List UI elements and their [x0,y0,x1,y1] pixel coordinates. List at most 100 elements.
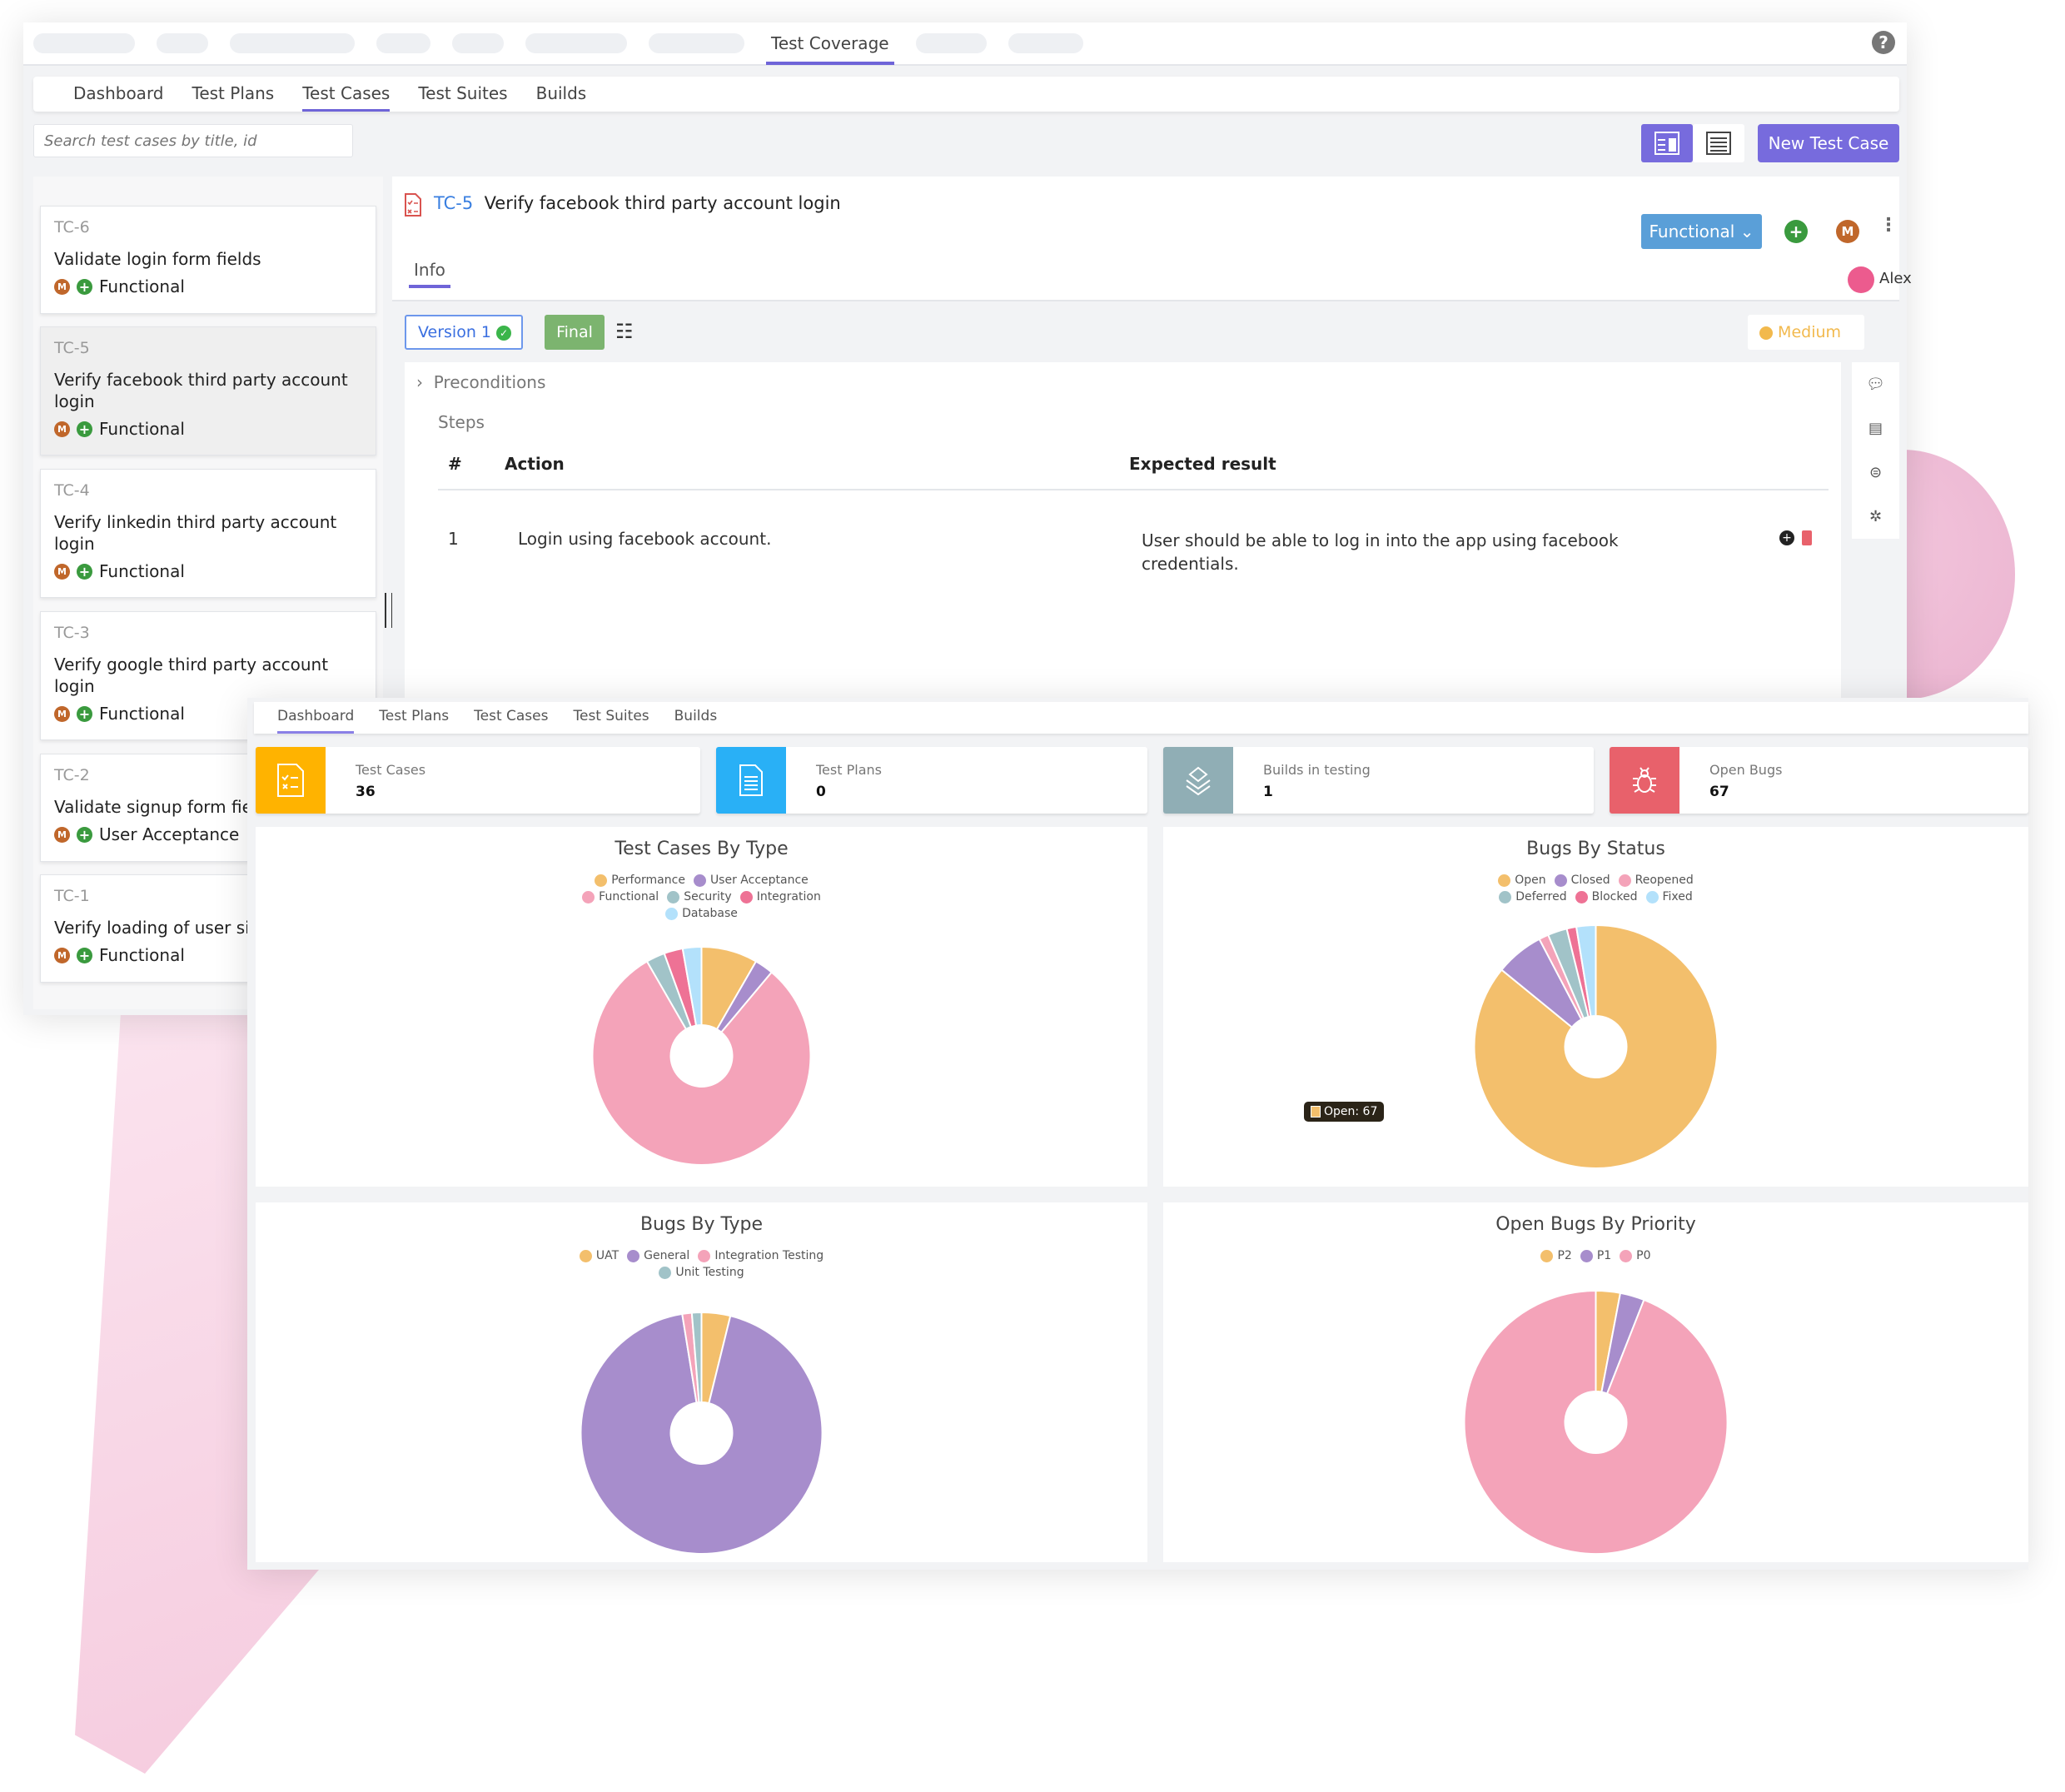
search-input[interactable] [33,124,353,157]
add-icon[interactable]: + [1784,220,1808,243]
legend-label: Integration Testing [714,1249,824,1262]
legend-item[interactable]: Deferred [1499,890,1567,903]
list-item[interactable]: TC-4 Verify linkedin third party account… [40,469,376,598]
nav-placeholder[interactable] [915,33,987,53]
split-view-button[interactable] [1641,124,1693,162]
legend-item[interactable]: Integration Testing [698,1249,824,1262]
step-action[interactable]: Login using facebook account. [518,529,771,549]
legend-swatch [1645,890,1659,903]
top-nav: Test Coverage [23,22,1907,66]
legend-item[interactable]: Blocked [1575,890,1638,903]
legend-item[interactable]: Integration [739,890,821,903]
legend-item[interactable]: Closed [1554,874,1610,887]
test-case-title: Verify facebook third party account logi… [54,370,348,411]
legend-item[interactable]: User Acceptance [693,874,809,887]
nav-placeholder[interactable] [230,33,355,53]
plus-icon: + [77,947,92,963]
legend-label: UAT [595,1249,620,1262]
tab-test-plans[interactable]: Test Plans [192,77,275,112]
legend-label: Blocked [1591,890,1638,903]
legend-label: Integration [756,890,821,903]
nav-placeholder[interactable] [649,33,744,53]
legend-item[interactable]: Unit Testing [659,1266,744,1279]
legend-item[interactable]: P2 [1540,1249,1572,1262]
tab-dashboard[interactable]: Dashboard [277,702,355,734]
stat-card-test-cases[interactable]: Test Cases 36 [256,747,700,814]
table-row: 1 Login using facebook account. User sho… [438,529,1829,595]
stat-value: 36 [356,784,376,800]
nav-placeholder[interactable] [525,33,627,53]
step-expected[interactable]: User should be able to log in into the a… [1142,529,1625,575]
legend-item[interactable]: P1 [1580,1249,1611,1262]
tab-test-plans[interactable]: Test Plans [379,702,449,734]
list-item[interactable]: TC-6 Validate login form fields M + Functi… [40,206,376,314]
legend-item[interactable]: General [627,1249,689,1262]
legend-item[interactable]: Open [1498,874,1546,887]
tab-builds[interactable]: Builds [674,702,718,734]
tab-test-suites[interactable]: Test Suites [573,702,649,734]
tab-test-cases[interactable]: Test Cases [474,702,548,734]
nav-placeholder[interactable] [452,33,504,53]
priority-icon [1759,326,1773,340]
tab-test-suites[interactable]: Test Suites [418,77,507,112]
nav-placeholder[interactable] [157,33,208,53]
test-case-type: Functional [99,276,185,296]
list-view-button[interactable] [1693,124,1744,162]
dashboard-tabs: Dashboard Test Plans Test Cases Test Sui… [254,702,2028,734]
delete-step-icon[interactable] [1802,530,1812,545]
priority-badge[interactable]: Medium [1748,315,1864,350]
comments-icon[interactable]: 💬︎ [1866,376,1885,393]
bug-icon [1610,747,1679,814]
more-options-icon[interactable]: ⋮ [1879,215,1898,236]
legend-swatch [665,907,679,920]
version-selector[interactable]: Version 1 ✓ [405,315,523,350]
details-icon[interactable]: ⊜ [1869,464,1882,481]
legend-item[interactable]: P0 [1620,1249,1651,1262]
status-badge[interactable]: Final [545,315,605,350]
new-test-case-button[interactable]: New Test Case [1758,124,1899,162]
preconditions-toggle[interactable]: › Preconditions [416,372,545,392]
list-item-selected[interactable]: TC-5 Verify facebook third party account… [40,326,376,455]
legend-item[interactable]: Database [665,907,738,920]
legend-swatch [667,890,680,903]
type-dropdown[interactable]: Functional ⌄ [1641,214,1762,249]
tab-info[interactable]: Info [409,260,450,288]
stat-card-test-plans[interactable]: Test Plans 0 [716,747,1147,814]
legend-label: Closed [1570,874,1610,887]
legend-item[interactable]: Fixed [1645,890,1693,903]
plus-icon: + [77,826,92,843]
tab-test-cases[interactable]: Test Cases [302,77,391,112]
detail-id[interactable]: TC-5 [434,193,473,213]
tab-dashboard[interactable]: Dashboard [73,77,164,112]
nav-placeholder[interactable] [1008,33,1083,53]
legend-swatch [1499,890,1512,903]
stat-label: Open Bugs [1709,762,1783,778]
assignee-avatar[interactable] [1848,266,1874,293]
legend-item[interactable]: Functional [582,890,659,903]
stat-card-builds[interactable]: Builds in testing 1 [1163,747,1594,814]
nav-placeholder[interactable] [376,33,430,53]
help-icon[interactable]: ? [1872,31,1895,54]
legend-label: P1 [1596,1249,1612,1262]
pie-slice-p0[interactable] [1463,1289,1729,1555]
chart-bugs-by-type: Bugs By Type UAT General Integration Testi… [256,1202,1147,1562]
stat-card-open-bugs[interactable]: Open Bugs 67 [1610,747,2028,814]
list-icon[interactable]: ☷ [615,320,634,343]
legend-item[interactable]: Reopened [1618,874,1694,887]
add-step-icon[interactable]: + [1779,530,1794,545]
bug-icon[interactable]: ✲ [1869,508,1882,525]
legend-item[interactable]: UAT [579,1249,620,1262]
legend-item[interactable]: Performance [595,874,685,887]
plus-icon: + [77,421,92,437]
column-number: # [448,454,462,474]
tab-test-coverage[interactable]: Test Coverage [766,22,894,65]
legend-label: User Acceptance [709,874,809,887]
stat-label: Test Cases [356,762,426,778]
legend-item[interactable]: Security [667,890,732,903]
tab-builds[interactable]: Builds [536,77,587,112]
notes-icon[interactable]: ▤ [1868,420,1883,437]
owner-avatar[interactable]: M [1836,220,1859,243]
detail-header: TC-5 Verify facebook third party account… [392,177,1912,301]
nav-placeholder[interactable] [33,33,135,53]
priority-badge: M [54,563,70,580]
